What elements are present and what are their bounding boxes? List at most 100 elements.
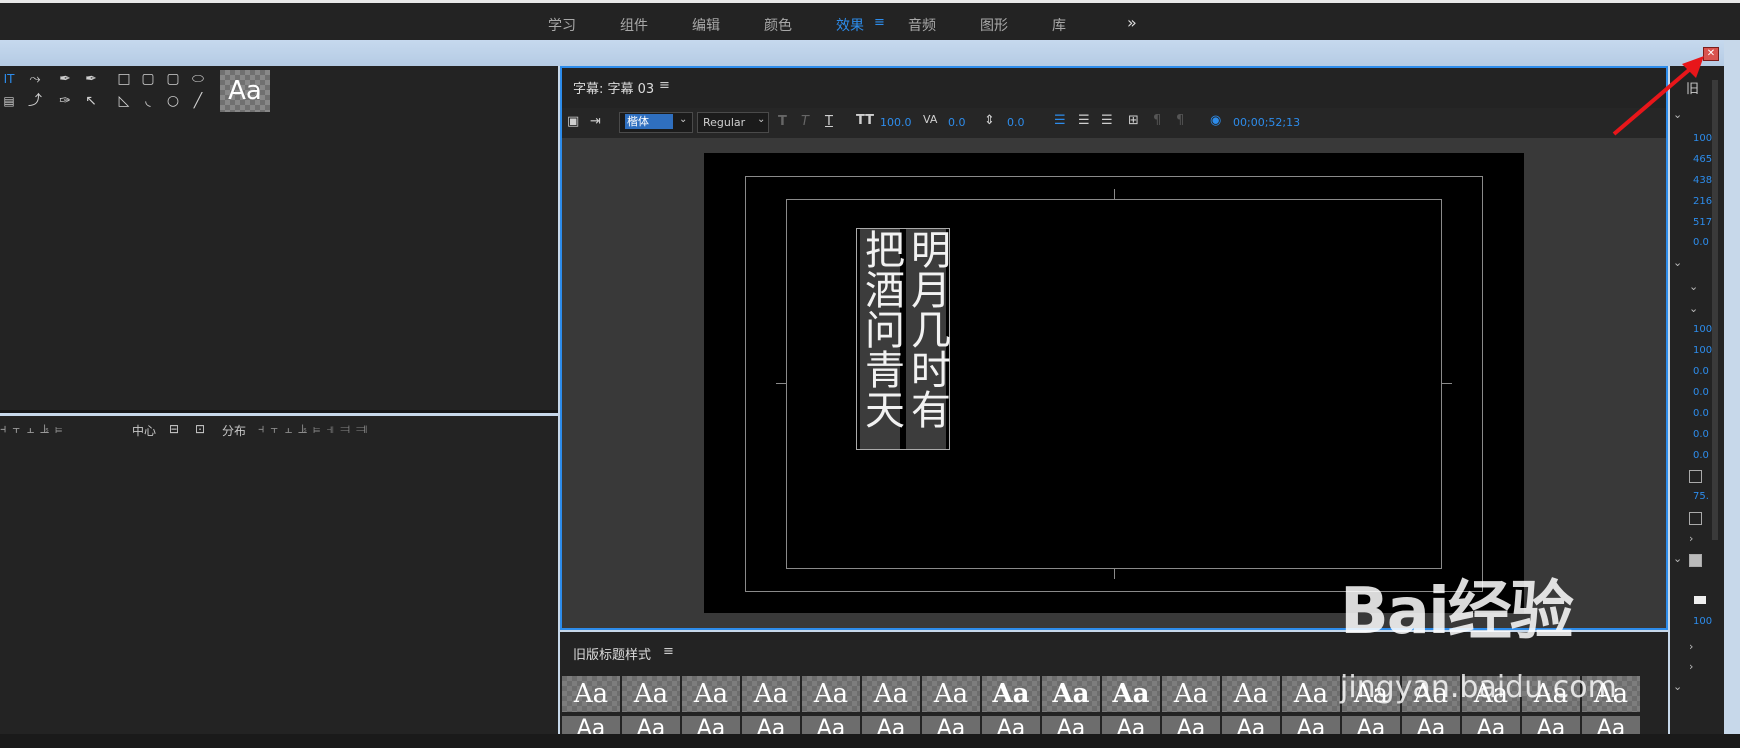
style-swatch[interactable]: Aa (802, 676, 860, 712)
tab-effects[interactable]: 效果 (836, 15, 864, 35)
chevron-right-icon[interactable]: › (1689, 660, 1693, 673)
distribute-icons-icon[interactable]: ⫞⫟⫠⫡⫢⫣⫤⫥ (258, 422, 373, 437)
rtl-icon[interactable]: ¶ (1153, 113, 1161, 128)
show-video-icon[interactable]: ◉ (1210, 113, 1221, 128)
style-swatch[interactable]: Aa (1222, 676, 1280, 712)
chevron-down-icon[interactable]: ⌄ (757, 114, 765, 125)
arc-icon[interactable]: ◟ (139, 92, 157, 110)
tab-libraries[interactable]: 库 (1052, 15, 1066, 35)
rounded-rect-icon[interactable]: ▢ (139, 70, 157, 88)
background-video-icon[interactable]: ▣ (567, 114, 579, 129)
style-swatch[interactable]: Aa (682, 716, 740, 734)
vertical-path-icon[interactable]: ⤴ (26, 92, 44, 110)
style-swatch[interactable]: Aa (682, 676, 740, 712)
ltr-icon[interactable]: ¶ (1176, 113, 1184, 128)
center-horizontal-icon[interactable]: ⊟ (165, 420, 183, 438)
center-vertical-icon[interactable]: ⊡ (191, 420, 209, 438)
property-value[interactable]: 0.0 (1693, 429, 1709, 440)
style-swatch[interactable]: Aa (1102, 676, 1160, 712)
style-swatch[interactable]: Aa (982, 676, 1040, 712)
style-swatch[interactable]: Aa (742, 716, 800, 734)
style-swatch[interactable]: Aa (1162, 676, 1220, 712)
style-swatch[interactable]: Aa (1162, 716, 1220, 734)
style-swatch[interactable]: Aa (1282, 716, 1340, 734)
tab-menu-icon[interactable]: ≡ (874, 15, 885, 30)
style-swatch[interactable]: Aa (1582, 716, 1640, 734)
clipped-rect-icon[interactable]: ▢ (164, 70, 182, 88)
property-checkbox[interactable] (1689, 470, 1702, 483)
tab-assembly[interactable]: 组件 (620, 15, 648, 35)
align-icons-icon[interactable]: ⫞⫟⫠⫡⫢ (0, 422, 68, 437)
delete-anchor-icon[interactable]: ✒ (82, 70, 100, 88)
bold-icon[interactable]: T (778, 114, 787, 129)
style-swatch[interactable]: Aa (1102, 716, 1160, 734)
style-swatch[interactable]: Aa (622, 676, 680, 712)
property-value[interactable]: 216 (1693, 196, 1712, 207)
align-left-icon[interactable]: ☰ (1054, 113, 1066, 128)
chevron-right-icon[interactable]: › (1689, 640, 1693, 653)
property-value[interactable]: 0.0 (1693, 387, 1709, 398)
style-swatch[interactable]: Aa (922, 716, 980, 734)
oval-icon[interactable]: ○ (164, 92, 182, 110)
text-column-1[interactable]: 明月几时有 (904, 229, 950, 449)
chevron-down-icon[interactable]: ⌄ (1689, 280, 1698, 293)
tab-stops-icon[interactable]: ⇥ (590, 114, 601, 129)
pen-tool-icon[interactable]: ✒ (56, 70, 74, 88)
property-value[interactable]: 100 (1693, 616, 1712, 627)
align-center-icon[interactable]: ☰ (1078, 113, 1090, 128)
text-column-2[interactable]: 把酒问青天 (858, 229, 904, 449)
wedge-icon[interactable]: ◺ (115, 92, 133, 110)
property-value[interactable]: 517 (1693, 217, 1712, 228)
line-icon[interactable]: ╱ (189, 92, 207, 110)
tab-color[interactable]: 颜色 (764, 15, 792, 35)
kerning-value[interactable]: 0.0 (948, 116, 966, 129)
title-menu-icon[interactable]: ≡ (659, 78, 670, 93)
chevron-down-icon[interactable]: ⌄ (1673, 552, 1682, 565)
style-swatch[interactable]: Aa (1042, 676, 1100, 712)
tab-graphics[interactable]: 图形 (980, 15, 1008, 35)
property-value[interactable]: 465 (1693, 154, 1712, 165)
ellipse-icon[interactable]: ⬭ (189, 70, 207, 88)
style-swatch[interactable]: Aa (1042, 716, 1100, 734)
style-swatch[interactable]: Aa (562, 676, 620, 712)
style-swatch[interactable]: Aa (862, 716, 920, 734)
style-swatch[interactable]: Aa (1462, 716, 1520, 734)
type-tool-icon[interactable]: IT (0, 70, 18, 88)
style-swatch[interactable]: Aa (1522, 716, 1580, 734)
property-value[interactable]: 100 (1693, 345, 1712, 356)
convert-anchor-icon[interactable]: ↖ (82, 92, 100, 110)
tab-stop-icon[interactable]: ⊞ (1128, 113, 1139, 128)
rectangle-icon[interactable]: □ (115, 70, 133, 88)
property-checkbox[interactable] (1689, 512, 1702, 525)
font-size-value[interactable]: 100.0 (880, 116, 912, 129)
area-type-icon[interactable]: ▤ (0, 92, 18, 110)
chevron-down-icon[interactable]: ⌄ (1673, 680, 1682, 693)
properties-scrollbar[interactable] (1712, 80, 1718, 540)
underline-icon[interactable]: T (825, 114, 833, 129)
tab-editing[interactable]: 编辑 (692, 15, 720, 35)
property-value[interactable]: 100 (1693, 324, 1712, 335)
style-swatch[interactable]: Aa (982, 716, 1040, 734)
chevron-down-icon[interactable]: ⌄ (1673, 256, 1682, 269)
style-swatch[interactable]: Aa (1342, 716, 1400, 734)
style-swatch[interactable]: Aa (1402, 716, 1460, 734)
tab-learn[interactable]: 学习 (548, 15, 576, 35)
style-swatch[interactable]: Aa (622, 716, 680, 734)
tab-audio[interactable]: 音频 (908, 15, 936, 35)
property-value[interactable]: 0.0 (1693, 450, 1709, 461)
property-value[interactable]: 0.0 (1693, 237, 1709, 248)
italic-icon[interactable]: T (801, 114, 809, 129)
style-swatch[interactable]: Aa (802, 716, 860, 734)
timecode-value[interactable]: 00;00;52;13 (1233, 116, 1300, 129)
more-tabs-icon[interactable]: » (1127, 13, 1137, 32)
property-value[interactable]: 438 (1693, 175, 1712, 186)
style-swatch[interactable]: Aa (1282, 676, 1340, 712)
fill-checkbox[interactable] (1689, 554, 1702, 567)
align-right-icon[interactable]: ☰ (1101, 113, 1113, 128)
chevron-down-icon[interactable]: ⌄ (679, 114, 687, 125)
leading-value[interactable]: 0.0 (1007, 116, 1025, 129)
styles-menu-icon[interactable]: ≡ (663, 644, 674, 659)
chevron-down-icon[interactable]: ⌄ (1689, 302, 1698, 315)
chevron-right-icon[interactable]: › (1689, 532, 1693, 545)
font-family-value[interactable]: 楷体 (625, 114, 673, 129)
